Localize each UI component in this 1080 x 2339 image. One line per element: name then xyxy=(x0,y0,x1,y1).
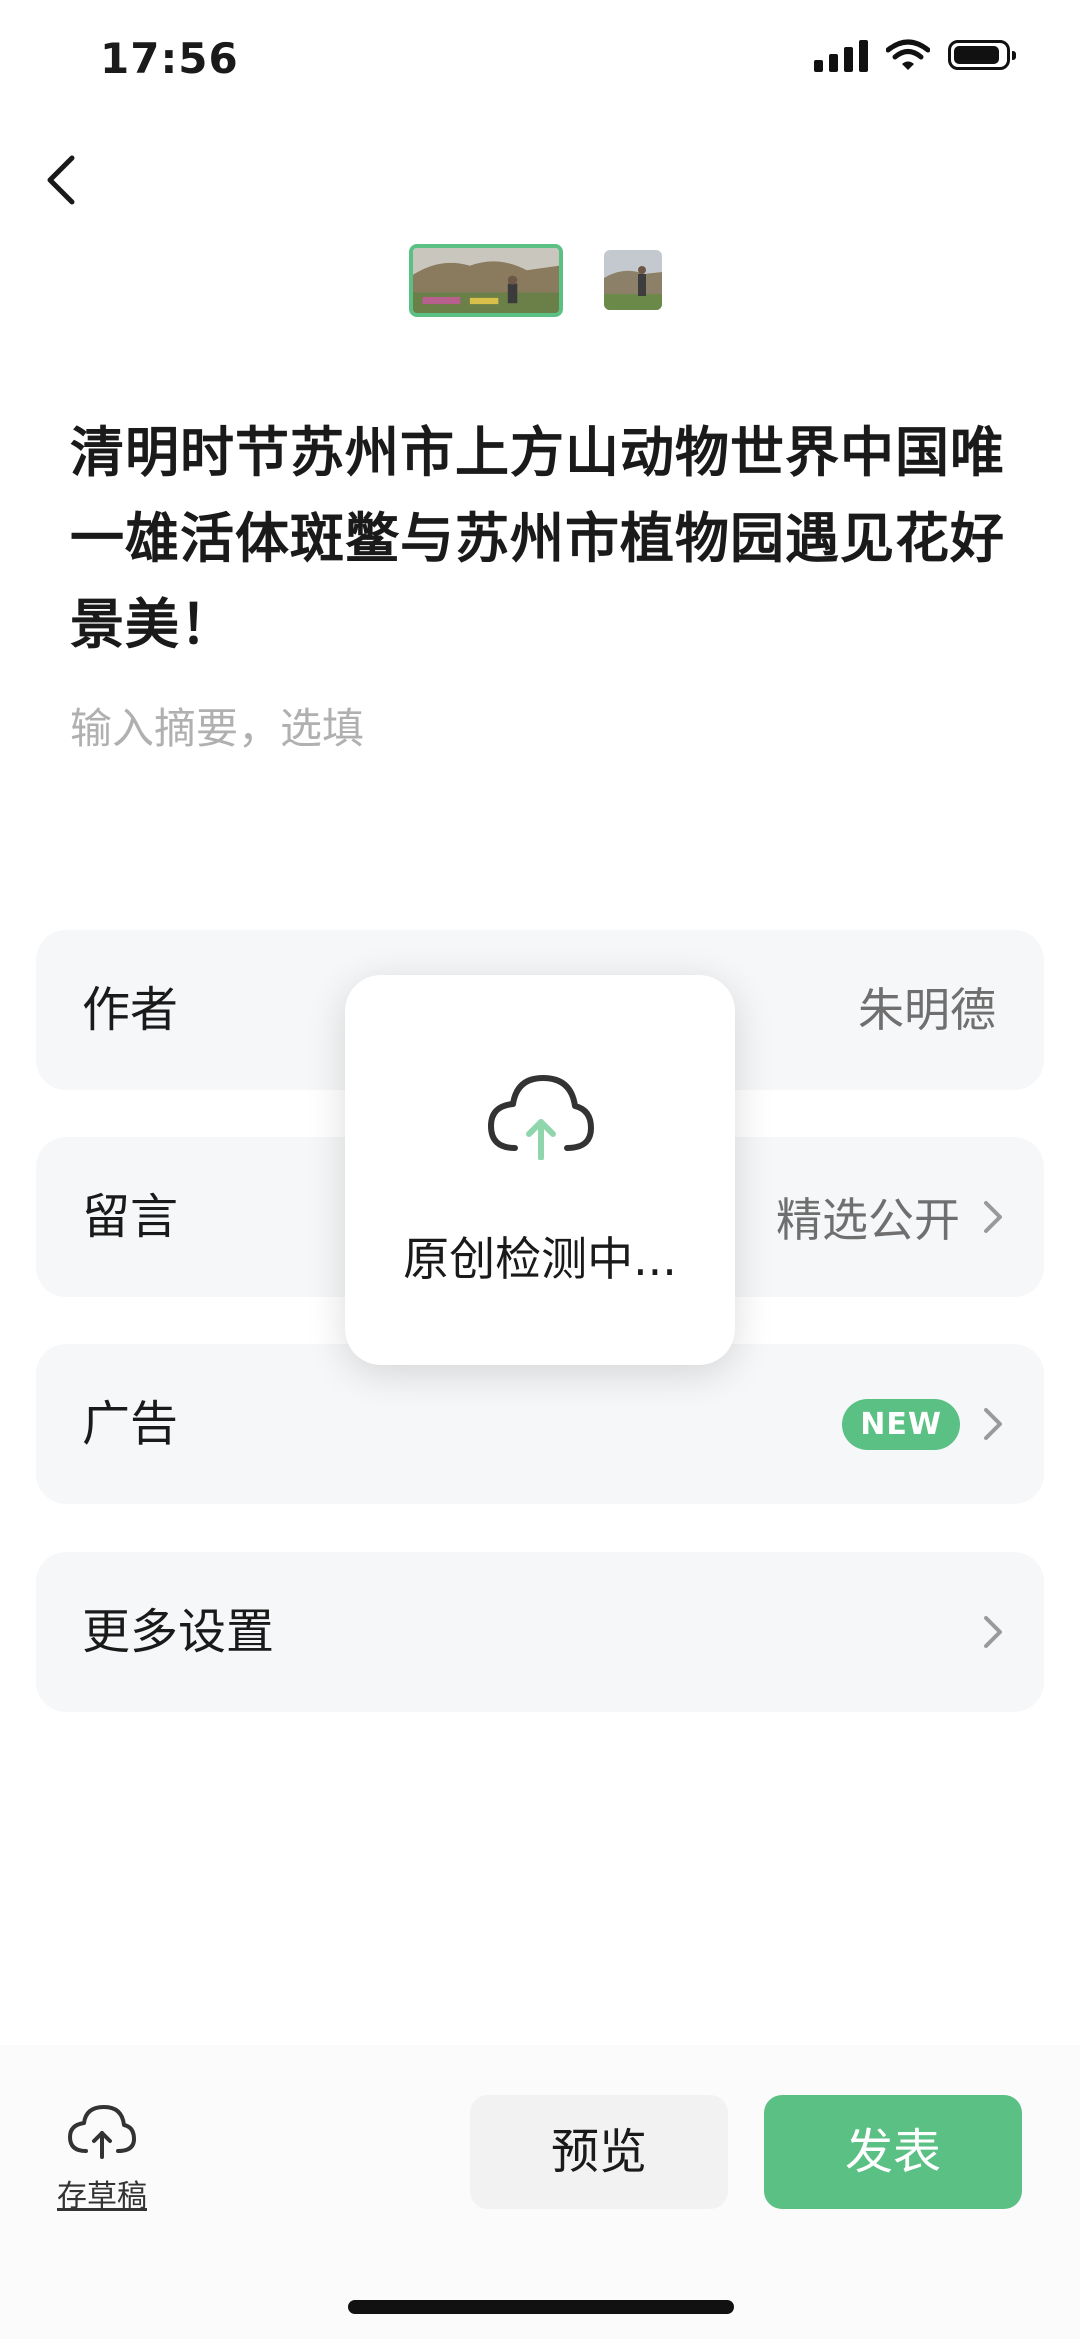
bottom-bar: 存草稿 预览 发表 xyxy=(0,2045,1080,2339)
comments-value: 精选公开 xyxy=(776,1193,960,1247)
author-label: 作者 xyxy=(82,982,179,1038)
summary-input[interactable]: 输入摘要，选填 xyxy=(70,695,364,756)
save-draft-label: 存草稿 xyxy=(57,2179,147,2214)
article-title[interactable]: 清明时节苏州市上方山动物世界中国唯一雄活体斑鳖与苏州市植物园遇见花好景美！ xyxy=(70,410,1030,668)
wifi-icon xyxy=(886,39,930,70)
comments-label: 留言 xyxy=(82,1189,179,1245)
status-time: 17:56 xyxy=(100,34,239,83)
new-badge: NEW xyxy=(842,1398,960,1450)
preview-button[interactable]: 预览 xyxy=(470,2095,728,2209)
signal-icon xyxy=(814,38,868,72)
more-settings-label: 更多设置 xyxy=(82,1604,275,1660)
chevron-right-icon xyxy=(984,1616,1002,1648)
chevron-right-icon xyxy=(984,1408,1002,1440)
toast-text: 原创检测中... xyxy=(403,1232,677,1286)
status-bar: 17:56 xyxy=(0,0,1080,120)
back-button[interactable] xyxy=(34,140,94,220)
originality-check-toast: 原创检测中... xyxy=(345,975,735,1365)
ads-row[interactable]: 广告 NEW xyxy=(36,1344,1044,1504)
photo-image xyxy=(413,248,559,313)
chevron-right-icon xyxy=(984,1201,1002,1233)
save-draft-button[interactable]: 存草稿 xyxy=(52,2101,152,2215)
image-thumbnail[interactable] xyxy=(604,250,662,310)
image-thumbnail-selected[interactable] xyxy=(409,244,563,317)
photo-image xyxy=(604,250,662,310)
author-value: 朱明德 xyxy=(858,983,996,1037)
more-settings-row[interactable]: 更多设置 xyxy=(36,1552,1044,1712)
home-indicator xyxy=(348,2300,734,2314)
ads-label: 广告 xyxy=(82,1396,179,1452)
cloud-upload-icon xyxy=(488,1075,594,1160)
status-icons xyxy=(814,38,1016,72)
battery-icon xyxy=(948,40,1016,70)
image-thumbnail-strip xyxy=(0,244,1080,319)
cloud-upload-icon xyxy=(68,2105,136,2159)
publish-button[interactable]: 发表 xyxy=(764,2095,1022,2209)
